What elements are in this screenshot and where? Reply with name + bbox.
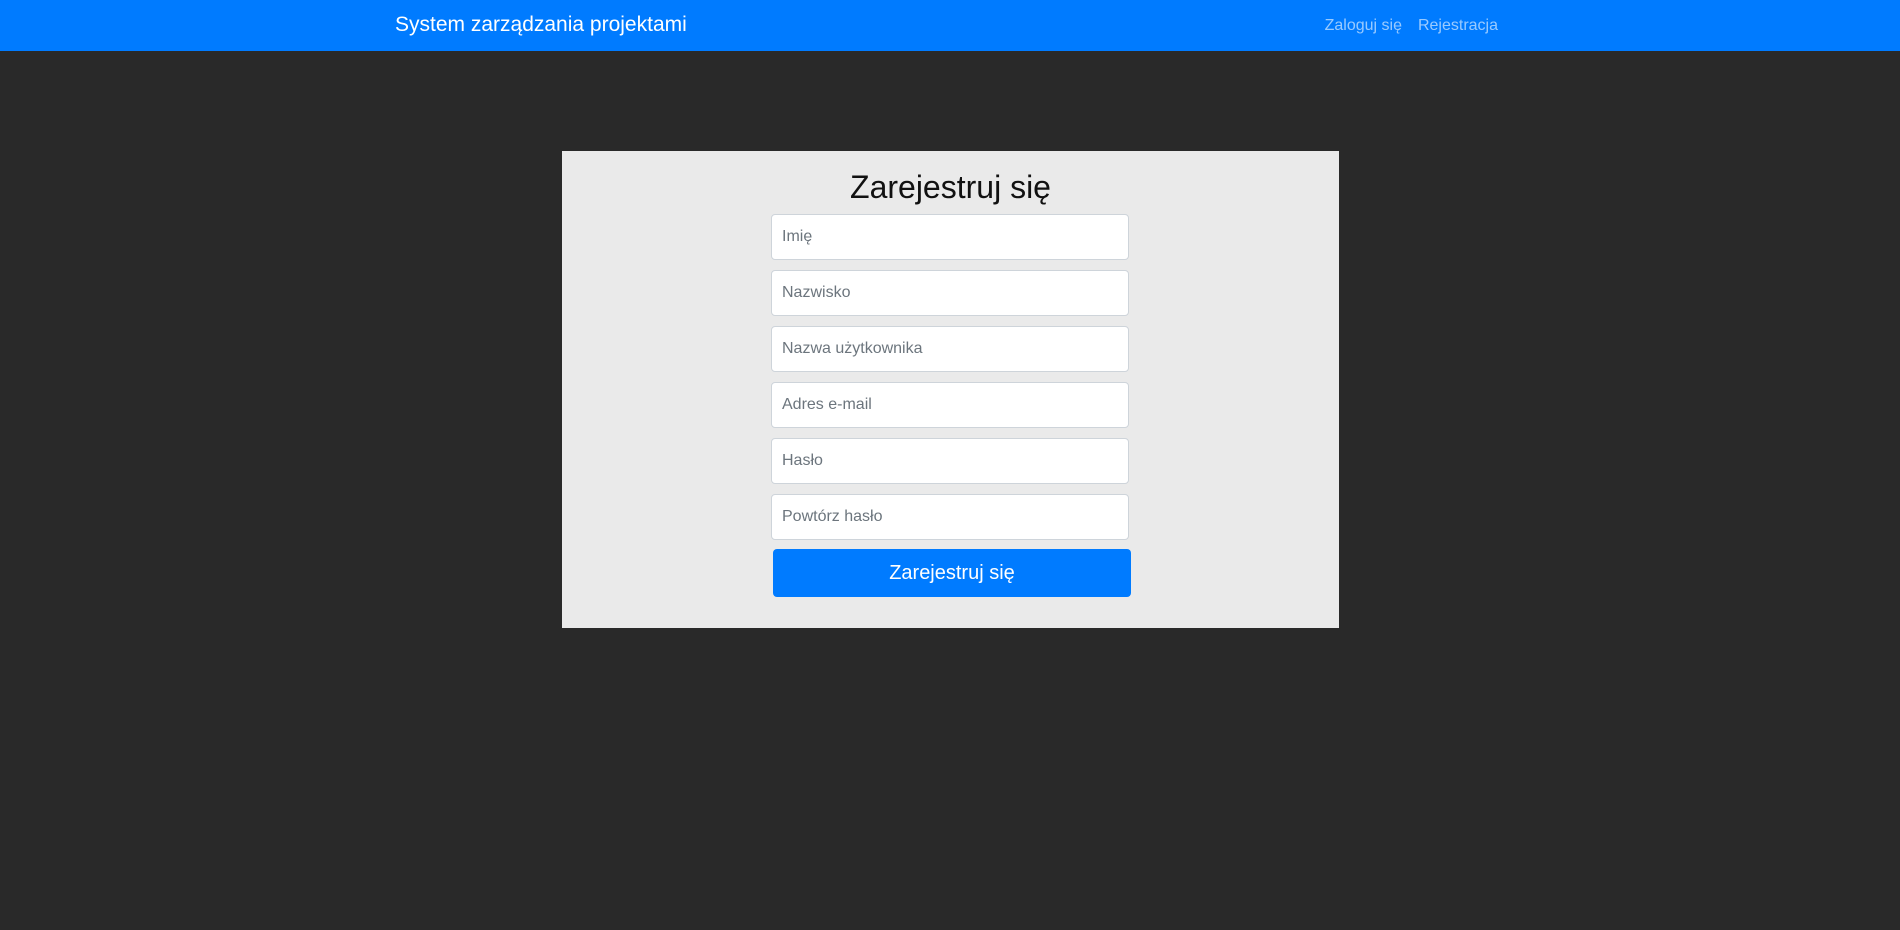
- username-input[interactable]: [771, 326, 1129, 372]
- password-input[interactable]: [771, 438, 1129, 484]
- nav-links: Zaloguj się Rejestracja: [1325, 0, 1498, 51]
- top-navbar: System zarządzania projektami Zaloguj si…: [0, 0, 1900, 51]
- nav-link-login[interactable]: Zaloguj się: [1325, 17, 1402, 35]
- brand-title[interactable]: System zarządzania projektami: [395, 0, 687, 51]
- email-input[interactable]: [771, 382, 1129, 428]
- register-button[interactable]: Zarejestruj się: [773, 549, 1131, 597]
- nav-link-register[interactable]: Rejestracja: [1418, 17, 1498, 35]
- repeat-password-input[interactable]: [771, 494, 1129, 540]
- register-title: Zarejestruj się: [850, 169, 1051, 205]
- register-card: Zarejestruj się Zarejestruj się: [562, 151, 1339, 628]
- last-name-input[interactable]: [771, 270, 1129, 316]
- first-name-input[interactable]: [771, 214, 1129, 260]
